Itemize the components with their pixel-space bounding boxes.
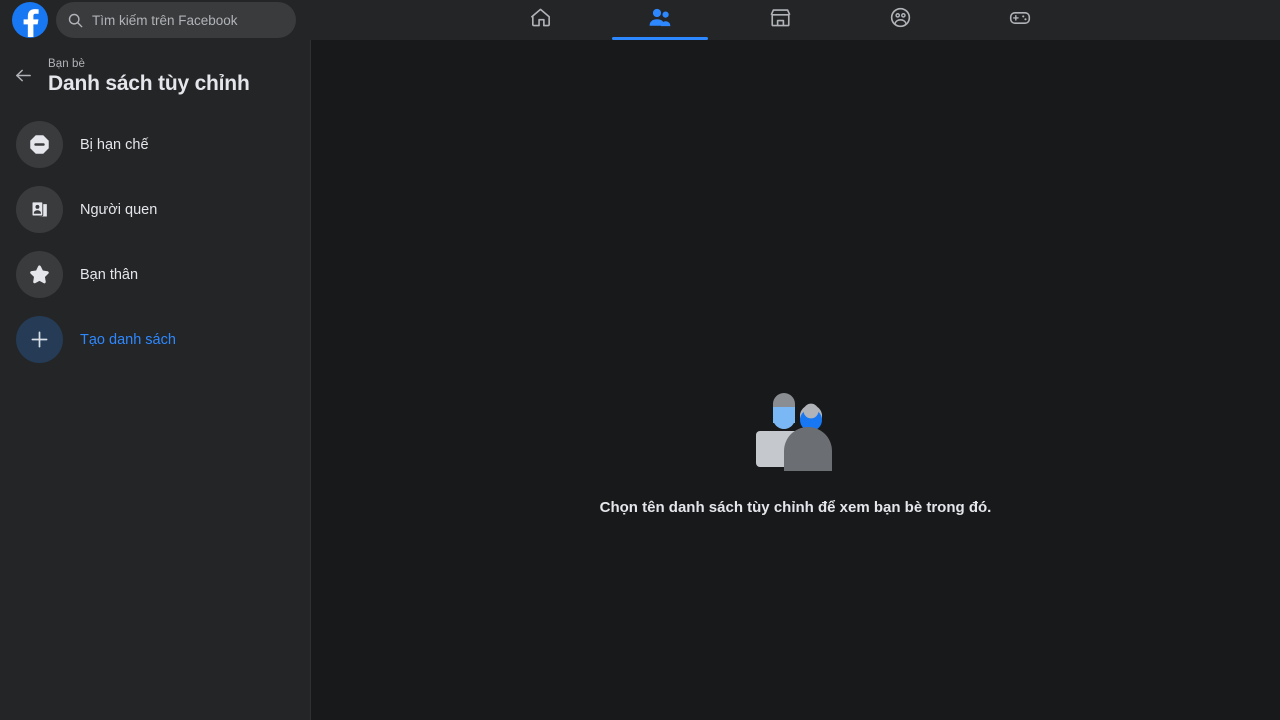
sidebar-item-label: Tạo danh sách: [80, 332, 176, 348]
sidebar-item-close-friends[interactable]: Bạn thân: [0, 242, 311, 307]
sidebar-item-acquaintances[interactable]: Người quen: [0, 177, 311, 242]
sidebar-item-restricted[interactable]: Bị hạn chế: [0, 112, 311, 177]
sidebar-item-create-list[interactable]: Tạo danh sách: [0, 307, 311, 372]
empty-state: Chọn tên danh sách tùy chỉnh để xem bạn …: [311, 385, 1280, 516]
sidebar-item-label: Bạn thân: [80, 267, 138, 283]
breadcrumb[interactable]: Bạn bè: [48, 58, 85, 70]
main-content-area: Chọn tên danh sách tùy chỉnh để xem bạn …: [311, 40, 1280, 720]
nav-tab-groups[interactable]: [840, 0, 960, 40]
home-icon: [528, 5, 553, 35]
star-icon: [16, 251, 63, 298]
nav-tab-friends[interactable]: [600, 0, 720, 40]
nav-tab-gaming[interactable]: [960, 0, 1080, 40]
facebook-logo-icon[interactable]: [12, 2, 48, 38]
friends-icon: [647, 5, 673, 36]
empty-state-message: Chọn tên danh sách tùy chỉnh để xem bạn …: [600, 499, 992, 516]
sidebar-item-label: Người quen: [80, 202, 157, 218]
two-people-illustration: [754, 385, 838, 471]
groups-icon: [888, 5, 913, 35]
nav-tab-marketplace[interactable]: [720, 0, 840, 40]
sidebar-item-label: Bị hạn chế: [80, 137, 149, 153]
back-arrow-icon[interactable]: [10, 62, 36, 88]
search-input-container[interactable]: [56, 2, 296, 38]
nav-tab-home[interactable]: [480, 0, 600, 40]
plus-icon: [16, 316, 63, 363]
restricted-icon: [16, 121, 63, 168]
custom-lists-sidebar: Bạn bè Danh sách tùy chỉnh Bị hạn chế: [0, 40, 311, 720]
top-navigation-bar: [0, 0, 1280, 40]
sidebar-header: Bạn bè Danh sách tùy chỉnh: [0, 40, 310, 104]
marketplace-icon: [768, 5, 793, 35]
custom-list-items: Bị hạn chế Người quen Bạn thân: [0, 112, 311, 372]
gaming-icon: [1007, 5, 1033, 36]
page-title: Danh sách tùy chỉnh: [48, 72, 250, 96]
search-input[interactable]: [92, 13, 284, 28]
search-icon: [68, 13, 83, 28]
acquaintances-icon: [16, 186, 63, 233]
nav-tab-group: [480, 0, 1080, 40]
